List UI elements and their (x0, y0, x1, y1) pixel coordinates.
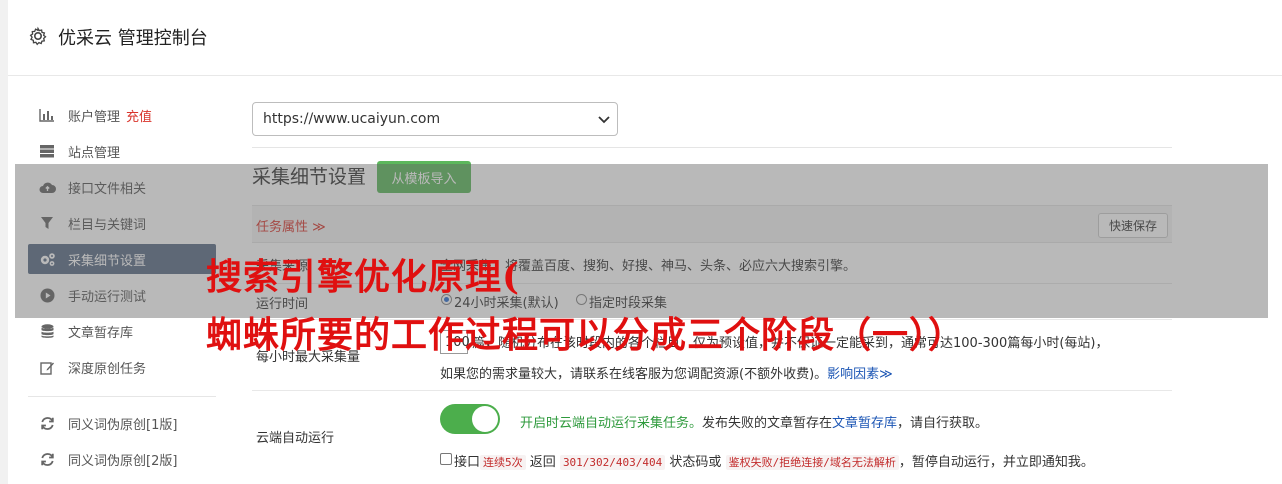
cloud-run-toggle[interactable] (440, 404, 500, 434)
sidebar-item-article-store[interactable]: 文章暂存库 (28, 316, 216, 346)
gear-icon (29, 26, 47, 46)
site-select-value: https://www.ucaiyun.com (263, 111, 441, 127)
article-store-link[interactable]: 文章暂存库 (832, 416, 897, 431)
refresh-icon (38, 414, 56, 432)
edit-icon (38, 358, 56, 376)
max-per-hour-text-2: 如果您的需求量较大，请联系在线客服为您调配资源(不额外收费)。影响因素≫ (440, 363, 893, 382)
cloud-run-enabled-text: 开启时云端自动运行采集任务。 (520, 416, 703, 431)
sidebar-item-synonym-v2[interactable]: 同义词伪原创[2版] (28, 444, 216, 474)
toggle-knob (472, 406, 498, 432)
code-status: 301/302/403/404 (559, 455, 666, 470)
sidebar-item-label: 账户管理 (68, 109, 121, 125)
database-icon (38, 322, 56, 340)
overlay-band (15, 164, 1268, 318)
refresh-icon (38, 450, 56, 468)
pause-on-error-checkbox[interactable] (440, 453, 452, 465)
sidebar-item-synonym-v1[interactable]: 同义词伪原创[1版] (28, 408, 216, 438)
chk-text-a: 接口 (454, 455, 481, 470)
server-icon (38, 142, 56, 160)
watermark-line-2: 蜘蛛所要的工作过程可以分成三个阶段（一）） (206, 314, 966, 356)
sidebar-item-deep-original[interactable]: 深度原创任务 (28, 352, 216, 382)
top-header: 优采云 管理控制台 (8, 0, 1282, 76)
recharge-link[interactable]: 充值 (126, 106, 152, 125)
max-per-hour-note: 如果您的需求量较大，请联系在线客服为您调配资源(不额外收费)。 (440, 367, 828, 382)
code-errors: 鉴权失败/拒绝连接/域名无法解析 (725, 455, 899, 470)
cloud-run-text: 开启时云端自动运行采集任务。发布失败的文章暂存在文章暂存库，请自行获取。 (520, 412, 988, 431)
cloud-run-text-a: 发布失败的文章暂存在 (702, 416, 833, 431)
cloud-run-label: 云端自动运行 (256, 431, 335, 446)
pause-on-error-text: 接口 连续5次 返回 301/302/403/404 状态码或 鉴权失败/拒绝连接… (454, 451, 1094, 470)
chk-text-c: 状态码或 (669, 455, 722, 470)
bar-chart-icon (38, 106, 56, 124)
divider (252, 390, 1172, 391)
sidebar-item-label: 深度原创任务 (68, 361, 147, 377)
divider (252, 147, 1172, 148)
code-consecutive: 连续5次 (480, 455, 526, 470)
watermark-line-1: 搜索引擎优化原理( (206, 256, 521, 298)
influence-factors-link[interactable]: 影响因素≫ (827, 367, 893, 382)
site-select[interactable]: https://www.ucaiyun.com (252, 102, 618, 136)
sidebar-item-label: 站点管理 (68, 145, 121, 161)
cloud-run-text-b: ，请自行获取。 (897, 416, 989, 431)
sidebar-item-label: 同义词伪原创[2版] (68, 453, 178, 469)
sidebar-item-sites[interactable]: 站点管理 (28, 136, 216, 166)
sidebar-item-label: 同义词伪原创[1版] (68, 417, 178, 433)
chk-text-d: ，暂停自动运行，并立即通知我。 (898, 455, 1094, 470)
chevron-down-icon (598, 116, 610, 124)
sidebar-item-account[interactable]: 账户管理 充值 (28, 100, 216, 130)
sidebar-divider (28, 396, 216, 397)
page-title: 优采云 管理控制台 (58, 28, 208, 49)
chk-text-b: 返回 (529, 455, 556, 470)
sidebar-item-label: 文章暂存库 (68, 325, 134, 341)
